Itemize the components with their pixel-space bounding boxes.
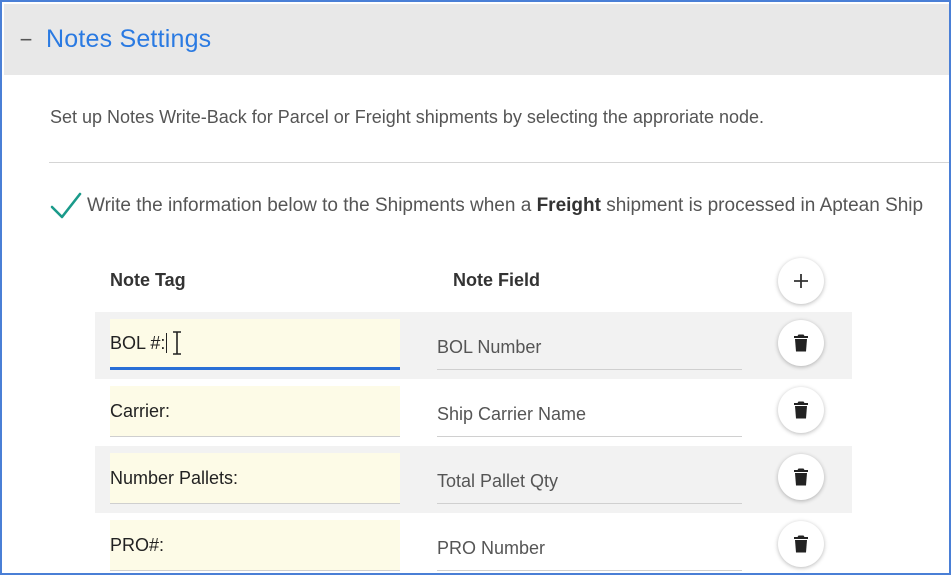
note-field-column-header: Note Field bbox=[453, 270, 541, 290]
plus-icon bbox=[794, 274, 808, 288]
text-cursor-icon bbox=[173, 331, 182, 355]
note-field-value[interactable]: Total Pallet Qty bbox=[437, 453, 742, 504]
note-tag-input[interactable]: PRO#: bbox=[110, 520, 400, 571]
table-row: PRO#: PRO Number bbox=[95, 513, 852, 573]
trash-icon bbox=[794, 535, 808, 553]
note-tag-input[interactable]: Carrier: bbox=[110, 386, 400, 437]
note-tag-input[interactable]: Number Pallets: bbox=[110, 453, 400, 504]
collapse-icon[interactable]: − bbox=[4, 4, 46, 75]
trash-icon bbox=[794, 334, 808, 352]
note-field-value[interactable]: PRO Number bbox=[437, 520, 742, 571]
freight-writeback-label: Write the information below to the Shipm… bbox=[87, 195, 924, 216]
text-caret bbox=[166, 333, 168, 353]
delete-row-button[interactable] bbox=[778, 521, 824, 567]
note-tag-column-header: Note Tag bbox=[110, 270, 186, 290]
section-header[interactable]: − Notes Settings bbox=[4, 4, 949, 75]
delete-row-button[interactable] bbox=[778, 387, 824, 433]
add-row-button[interactable] bbox=[778, 258, 824, 304]
section-description: Set up Notes Write-Back for Parcel or Fr… bbox=[50, 107, 765, 127]
note-tag-input[interactable]: BOL #: bbox=[110, 319, 400, 370]
section-title[interactable]: Notes Settings bbox=[46, 25, 211, 54]
delete-row-button[interactable] bbox=[778, 320, 824, 366]
trash-icon bbox=[794, 468, 808, 486]
note-field-value[interactable]: Ship Carrier Name bbox=[437, 386, 742, 437]
table-row: Number Pallets: Total Pallet Qty bbox=[95, 446, 852, 513]
table-row: BOL #: BOL Number bbox=[95, 312, 852, 379]
table-row: Carrier: Ship Carrier Name bbox=[95, 379, 852, 446]
delete-row-button[interactable] bbox=[778, 454, 824, 500]
checkmark-icon[interactable] bbox=[49, 190, 83, 222]
divider bbox=[49, 162, 949, 163]
note-field-value[interactable]: BOL Number bbox=[437, 319, 742, 370]
notes-settings-panel: − Notes Settings Set up Notes Write-Back… bbox=[0, 0, 951, 575]
freight-writeback-option[interactable]: Write the information below to the Shipm… bbox=[49, 190, 923, 222]
trash-icon bbox=[794, 401, 808, 419]
